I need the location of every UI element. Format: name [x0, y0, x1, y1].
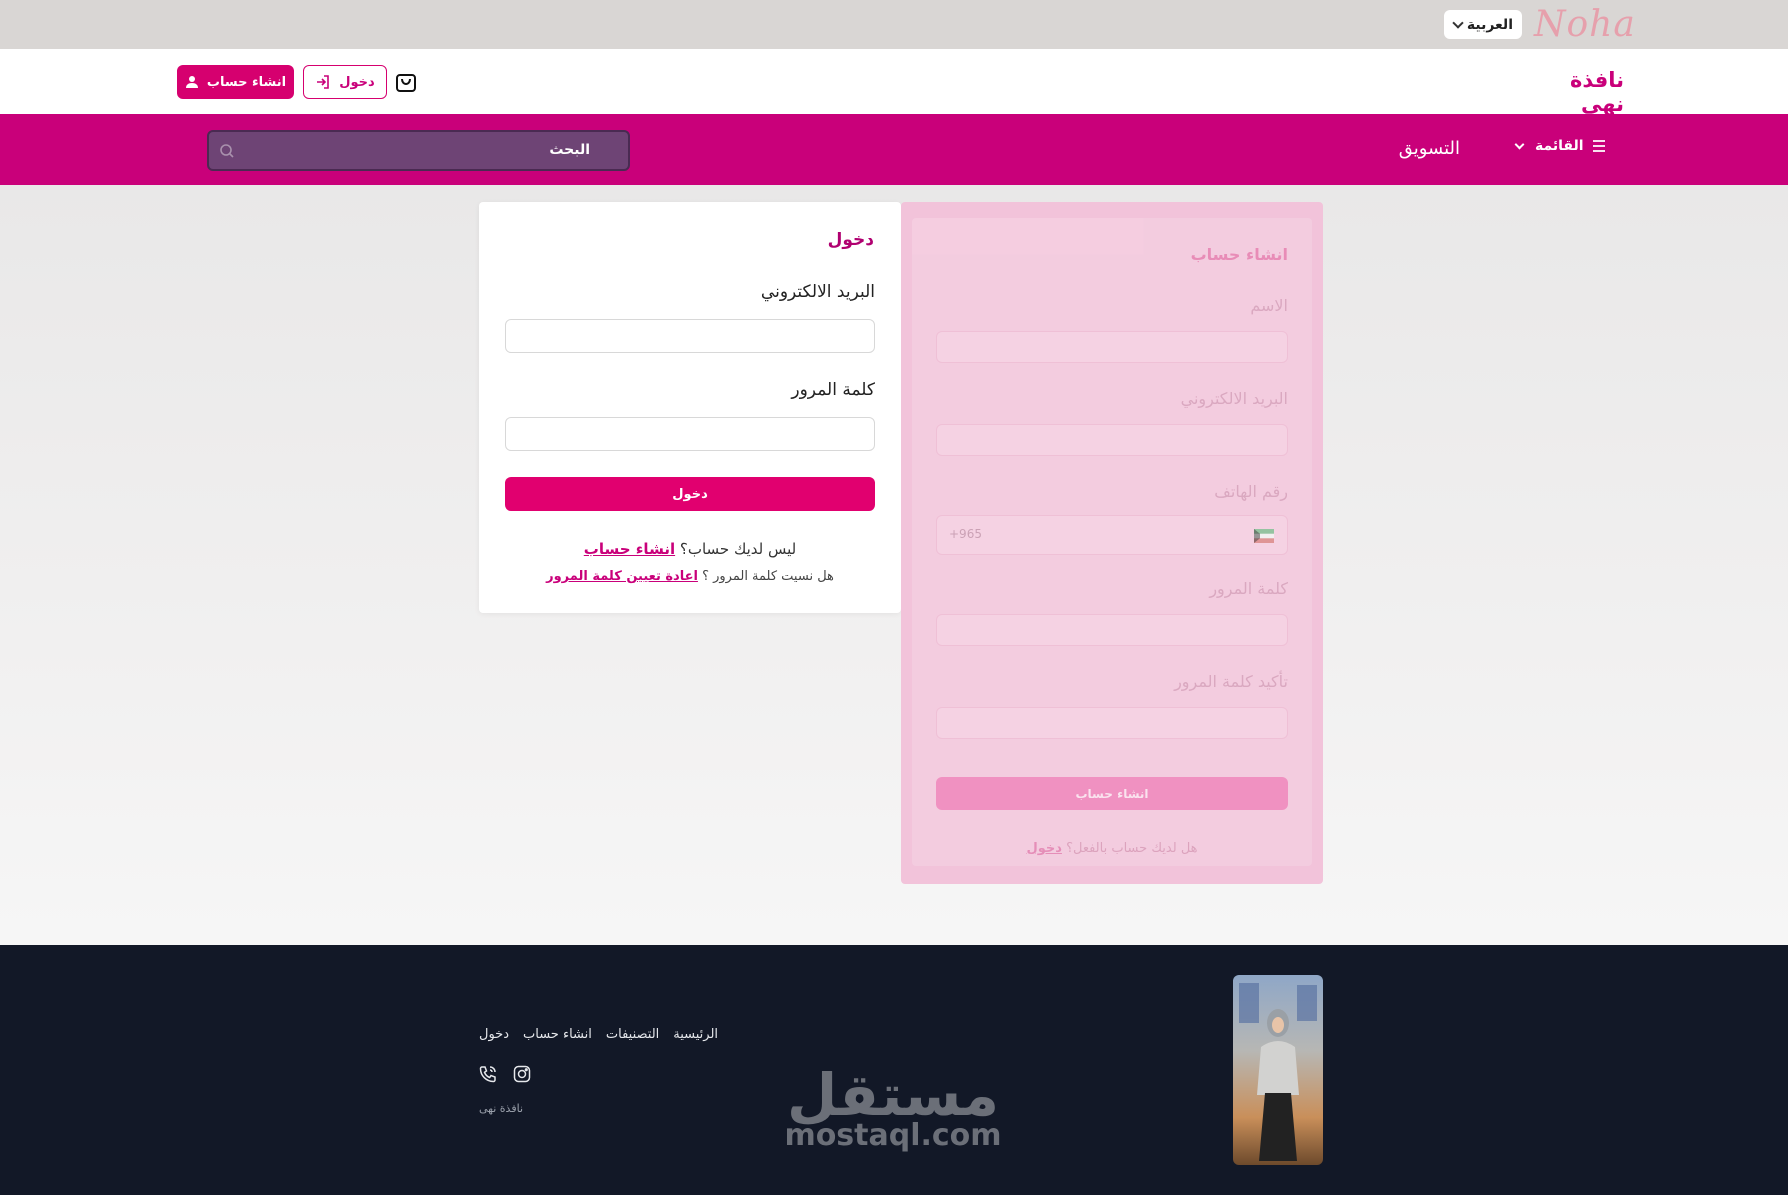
phone-country-code: +965: [949, 527, 982, 541]
language-value: العربية: [1466, 16, 1513, 33]
password-label: كلمة المرور: [791, 380, 875, 400]
chevron-down-icon: [1452, 16, 1464, 29]
signup-email-field[interactable]: [936, 424, 1288, 456]
login-title: دخول: [827, 230, 874, 250]
email-label: البريد الالكتروني: [760, 282, 875, 302]
login-card: دخول البريد الالكتروني كلمة المرور دخول …: [479, 202, 901, 613]
login-submit-button[interactable]: دخول: [505, 477, 875, 511]
cart-icon[interactable]: [395, 69, 417, 93]
footer-link-categories[interactable]: التصنيفات: [606, 1027, 659, 1042]
social-icons: [479, 1065, 531, 1083]
email-field[interactable]: [505, 319, 875, 353]
no-account-line: ليس لديك حساب؟ انشاء حساب: [479, 540, 901, 558]
signup-submit-button[interactable]: انشاء حساب: [936, 777, 1288, 810]
watermark: مستقل mostaql.com: [782, 1065, 1004, 1151]
instagram-icon[interactable]: [513, 1065, 531, 1083]
nav-menu-dropdown[interactable]: القائمة: [1514, 138, 1606, 154]
header: انشاء حساب دخول نافذة نهى: [0, 49, 1788, 116]
footer-link-login[interactable]: دخول: [479, 1027, 509, 1042]
signup-title: انشاء حساب: [1190, 245, 1288, 264]
search-icon: [220, 144, 234, 158]
reset-password-link[interactable]: اعادة تعيين كلمة المرور: [546, 569, 698, 584]
phone-label: رقم الهاتف: [1214, 482, 1288, 501]
footer-brand: نافذة نهى: [479, 1102, 524, 1115]
phone-icon[interactable]: [479, 1065, 497, 1083]
forgot-password-line: هل نسيت كلمة المرور ؟ اعادة تعيين كلمة ا…: [479, 569, 901, 584]
search-input[interactable]: البحث: [207, 130, 630, 171]
signup-button[interactable]: انشاء حساب: [177, 65, 294, 99]
login-button-label: دخول: [339, 74, 375, 90]
password-field[interactable]: [505, 417, 875, 451]
have-account-text: هل لديك حساب بالفعل؟: [1066, 841, 1198, 856]
kuwait-flag-icon: [1254, 529, 1274, 543]
no-account-text: ليس لديك حساب؟: [679, 540, 797, 558]
user-icon: [185, 76, 198, 88]
footer-links: الرئيسية التصنيفات انشاء حساب دخول: [479, 1027, 718, 1042]
nav-item-marketing[interactable]: التسويق: [1380, 138, 1460, 159]
forgot-password-text: هل نسيت كلمة المرور ؟: [702, 569, 834, 584]
main-content: دخول البريد الالكتروني كلمة المرور دخول …: [0, 185, 1788, 945]
main-nav: البحث التسويق القائمة: [0, 114, 1788, 185]
confirm-password-field[interactable]: [936, 707, 1288, 739]
name-field[interactable]: [936, 331, 1288, 363]
name-label: الاسم: [1250, 296, 1288, 315]
signup-button-label: انشاء حساب: [206, 74, 287, 90]
login-button[interactable]: دخول: [303, 65, 387, 99]
signup-panel: انشاء حساب الاسم البريد الالكتروني رقم ا…: [901, 202, 1323, 884]
language-select[interactable]: العربية: [1444, 10, 1522, 39]
watermark-english: mostaql.com: [784, 1118, 1002, 1153]
brand-name[interactable]: نافذة نهى: [1540, 68, 1624, 116]
top-strip: Noha العربية: [0, 0, 1788, 49]
footer-link-home[interactable]: الرئيسية: [673, 1027, 718, 1042]
chevron-down-icon: [1514, 139, 1525, 149]
create-account-link[interactable]: انشاء حساب: [584, 540, 675, 558]
logo[interactable]: Noha: [1534, 4, 1636, 45]
watermark-arabic: مستقل: [786, 1061, 1000, 1129]
nav-menu-label: القائمة: [1535, 138, 1584, 154]
footer-link-signup[interactable]: انشاء حساب: [523, 1027, 592, 1042]
signup-password-field[interactable]: [936, 614, 1288, 646]
signup-login-link[interactable]: دخول: [1026, 841, 1061, 856]
hamburger-icon: [1592, 140, 1605, 152]
login-icon: [317, 75, 330, 89]
signup-card: انشاء حساب الاسم البريد الالكتروني رقم ا…: [912, 218, 1312, 866]
have-account-line: هل لديك حساب بالفعل؟ دخول: [912, 841, 1312, 856]
person-image: [1239, 983, 1317, 1161]
phone-field[interactable]: +965: [936, 515, 1288, 555]
signup-email-label: البريد الالكتروني: [1180, 389, 1288, 408]
search-placeholder: البحث: [549, 142, 590, 158]
footer-photo: [1233, 975, 1323, 1165]
signup-password-label: كلمة المرور: [1209, 579, 1288, 598]
confirm-password-label: تأكيد كلمة المرور: [1174, 672, 1288, 691]
footer: الرئيسية التصنيفات انشاء حساب دخول نافذة…: [0, 945, 1788, 1195]
